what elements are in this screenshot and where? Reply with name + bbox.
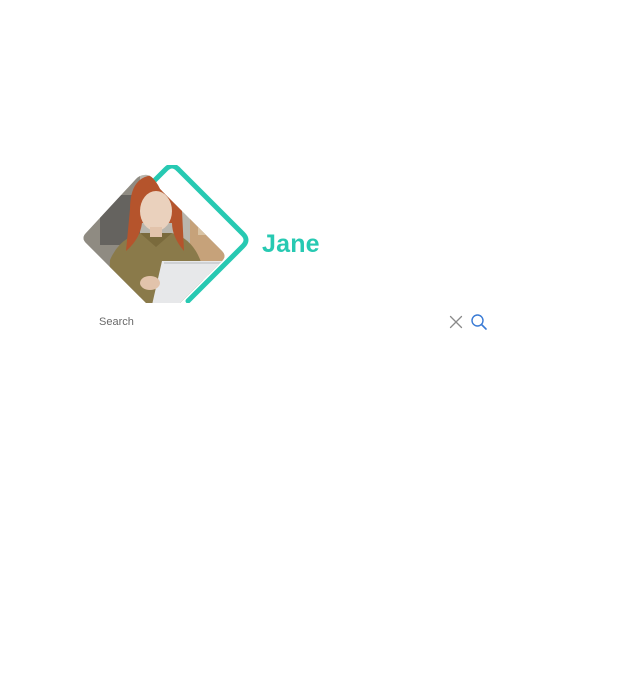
search-bar [92, 309, 490, 335]
page: Jane [0, 0, 632, 685]
avatar-photo [83, 174, 225, 303]
search-button[interactable] [468, 311, 490, 333]
search-icon [471, 314, 487, 330]
close-icon [449, 315, 463, 329]
search-input[interactable] [92, 309, 444, 335]
avatar-graphic [83, 165, 249, 303]
clear-search-button[interactable] [445, 311, 467, 333]
avatar [80, 165, 255, 305]
user-name: Jane [262, 230, 320, 258]
